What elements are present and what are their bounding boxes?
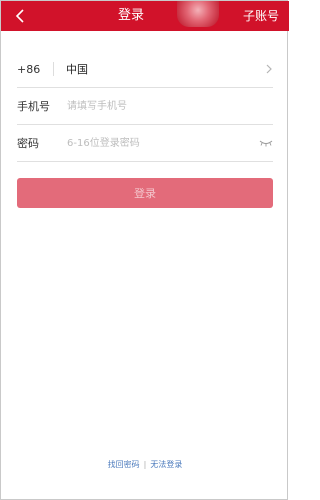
footer-separator: | xyxy=(143,460,147,469)
top-navigation-bar: 登录 子账号 xyxy=(1,1,289,31)
phone-input[interactable] xyxy=(67,96,273,116)
country-row[interactable]: +86 中国 xyxy=(17,51,273,88)
country-code: +86 xyxy=(17,62,41,76)
back-button[interactable] xyxy=(7,1,33,31)
cannot-login-link[interactable]: 无法登录 xyxy=(150,460,182,469)
chevron-left-icon xyxy=(15,9,24,23)
login-button[interactable]: 登录 xyxy=(17,178,273,208)
eye-closed-icon[interactable] xyxy=(259,139,273,147)
phone-label: 手机号 xyxy=(17,100,50,113)
app-screen: 登录 子账号 +86 中国 手机号 密码 登录 xyxy=(0,0,289,500)
country-name: 中国 xyxy=(66,63,88,76)
country-divider xyxy=(53,62,54,76)
phone-row: 手机号 xyxy=(17,88,273,125)
password-input[interactable] xyxy=(67,133,259,153)
sub-account-button[interactable]: 子账号 xyxy=(243,1,279,31)
find-password-link[interactable]: 找回密码 xyxy=(108,460,140,469)
header-decoration xyxy=(177,1,219,27)
page-title: 登录 xyxy=(117,8,144,23)
chevron-right-icon xyxy=(266,64,272,74)
login-form: +86 中国 手机号 密码 xyxy=(17,51,273,162)
footer-links: 找回密码 | 无法登录 xyxy=(1,459,289,470)
password-row: 密码 xyxy=(17,125,273,162)
password-label: 密码 xyxy=(17,137,39,150)
